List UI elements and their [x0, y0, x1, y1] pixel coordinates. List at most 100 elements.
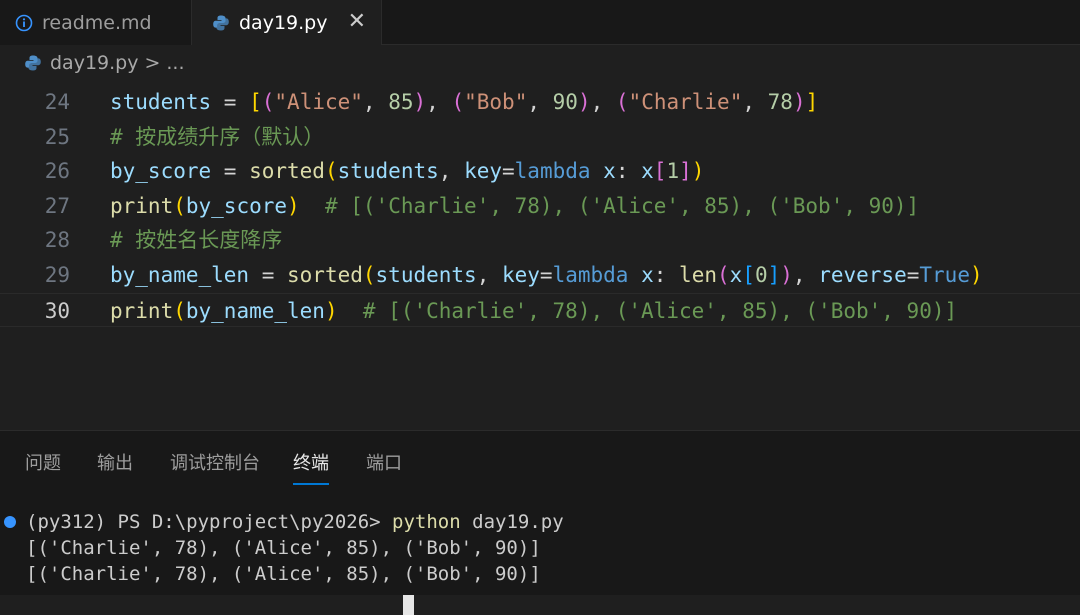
- code-token: 85: [388, 90, 414, 114]
- bottom-panel: 问题 输出 调试控制台 终端 端口 (py312) PS D:\pyprojec…: [0, 430, 1080, 615]
- python-icon: [212, 14, 230, 32]
- code-token: key: [501, 263, 540, 287]
- code-token: by_name_len: [185, 298, 325, 323]
- code-token: ): [780, 263, 793, 287]
- code-token: ): [792, 90, 806, 114]
- code-token: "Bob": [464, 90, 528, 114]
- code-line[interactable]: 28 # 按姓名长度降序: [0, 223, 1080, 257]
- code-token: print: [110, 298, 174, 323]
- code-token: (: [451, 90, 465, 114]
- code-token: =: [502, 159, 515, 184]
- code-token: lambda: [552, 263, 629, 287]
- terminal-cursor: [403, 595, 414, 615]
- line-number: 24: [44, 90, 70, 114]
- info-icon: [15, 14, 33, 32]
- code-token: ): [324, 298, 338, 323]
- code-token: # 按姓名长度降序: [110, 228, 283, 253]
- code-token: :: [615, 159, 642, 184]
- code-text: # 按成绩升序（默认）: [110, 120, 324, 154]
- code-token: len: [679, 263, 717, 287]
- breadcrumb-more[interactable]: ...: [166, 52, 184, 74]
- terminal-output-line: [('Charlie', 78), ('Alice', 85), ('Bob',…: [26, 563, 541, 585]
- tab-readme[interactable]: readme.md: [0, 0, 192, 45]
- tab-ports[interactable]: 端口: [366, 449, 402, 475]
- code-token: True: [919, 263, 970, 287]
- code-token: x: [603, 159, 616, 184]
- code-line[interactable]: 25 # 按成绩升序（默认）: [0, 120, 1080, 154]
- code-token: (: [261, 90, 275, 114]
- code-line[interactable]: 27 print(by_score) # [('Charlie', 78), ('…: [0, 189, 1080, 223]
- code-token: by_score: [185, 193, 288, 218]
- code-token: ,: [426, 90, 452, 114]
- breadcrumb-file[interactable]: day19.py: [50, 52, 138, 74]
- code-token: 0: [754, 263, 768, 287]
- python-icon: [24, 54, 42, 72]
- code-token: :: [653, 263, 680, 287]
- code-token: =: [539, 263, 553, 287]
- code-token: key: [464, 159, 502, 184]
- close-icon[interactable]: ✕: [348, 9, 366, 34]
- code-token: ): [413, 90, 427, 114]
- code-text: by_name_len = sorted(students, key=lambd…: [110, 258, 983, 292]
- line-number: 25: [44, 124, 70, 149]
- code-line[interactable]: 24 students = [("Alice", 85), ("Bob", 90)…: [0, 85, 1080, 119]
- code-token: =: [249, 263, 288, 287]
- tab-day19[interactable]: day19.py ✕: [192, 0, 382, 45]
- tab-debug-console[interactable]: 调试控制台: [170, 449, 260, 475]
- code-token: x: [641, 263, 654, 287]
- code-token: ,: [590, 90, 616, 114]
- code-text: by_score = sorted(students, key=lambda x…: [110, 154, 704, 188]
- code-token: ,: [438, 159, 465, 184]
- code-token: by_name_len: [110, 263, 250, 287]
- tab-problems[interactable]: 问题: [25, 449, 61, 475]
- code-token: x: [641, 159, 654, 184]
- code-token: # [('Charlie', 78), ('Alice', 85), ('Bob…: [337, 298, 958, 323]
- line-number: 29: [44, 263, 70, 287]
- code-token: [: [653, 159, 667, 184]
- editor-tab-bar: readme.md day19.py ✕: [0, 0, 1080, 45]
- code-token: (: [324, 159, 338, 184]
- code-text: print(by_name_len) # [('Charlie', 78), (…: [110, 294, 957, 328]
- code-token: students: [337, 159, 439, 184]
- code-line[interactable]: 30 print(by_name_len) # [('Charlie', 78),…: [0, 292, 1080, 328]
- code-token: ,: [792, 263, 819, 287]
- code-token: 78: [767, 90, 793, 114]
- terminal-output-line: [('Charlie', 78), ('Alice', 85), ('Bob',…: [26, 537, 541, 559]
- code-text: students = [("Alice", 85), ("Bob", 90), …: [110, 85, 818, 119]
- code-token: x: [729, 263, 743, 287]
- line-number: 28: [44, 228, 70, 253]
- code-token: ,: [527, 90, 553, 114]
- code-token: =: [211, 159, 250, 184]
- line-number: 27: [44, 193, 70, 218]
- terminal-command: python: [392, 511, 461, 533]
- code-token: ,: [362, 90, 389, 114]
- code-token: "Alice": [274, 90, 363, 114]
- command-status-dot: [4, 516, 16, 528]
- code-line[interactable]: 29 by_name_len = sorted(students, key=lam…: [0, 258, 1080, 292]
- terminal-prompt: (py312) PS D:\pyproject\py2026>: [26, 511, 393, 533]
- code-text: print(by_score) # [('Charlie', 78), ('Al…: [110, 189, 919, 223]
- code-token: ): [287, 193, 300, 218]
- code-token: ): [969, 263, 983, 287]
- code-token: ): [577, 90, 591, 114]
- panel-tabs: 问题 输出 调试控制台 终端 端口: [0, 431, 1080, 485]
- code-token: ]: [767, 263, 781, 287]
- line-number: 30: [44, 298, 70, 323]
- code-token: 90: [552, 90, 578, 114]
- code-editor[interactable]: 24 students = [("Alice", 85), ("Bob", 90)…: [0, 85, 1080, 430]
- code-token: reverse: [818, 263, 907, 287]
- code-token: (: [362, 263, 376, 287]
- code-token: (: [716, 263, 730, 287]
- tab-output[interactable]: 输出: [97, 449, 133, 475]
- code-line[interactable]: 26 by_score = sorted(students, key=lambda…: [0, 154, 1080, 188]
- code-token: [: [249, 90, 262, 114]
- code-token: students: [375, 263, 477, 287]
- tab-terminal[interactable]: 终端: [293, 449, 329, 485]
- code-token: 1: [666, 159, 680, 184]
- code-token: students: [110, 90, 212, 114]
- code-token: sorted: [287, 263, 363, 287]
- code-token: print: [110, 193, 174, 218]
- tab-label: day19.py: [239, 11, 328, 34]
